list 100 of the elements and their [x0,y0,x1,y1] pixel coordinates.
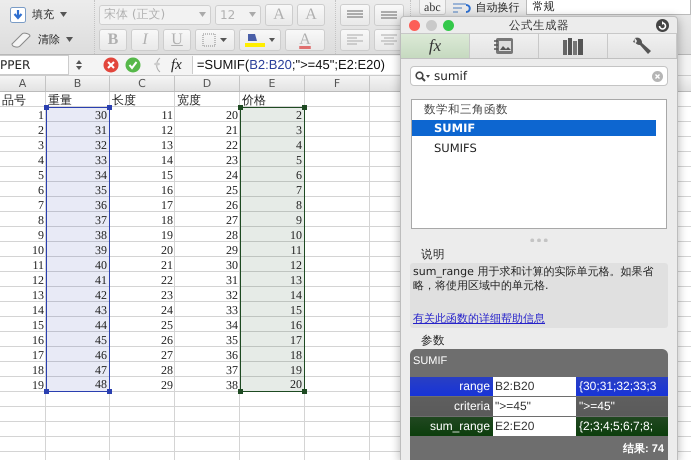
name-box[interactable]: PPER [0,55,69,75]
table-cell: 22 [161,272,173,286]
table-cell: 31 [226,272,238,286]
borders-button[interactable] [195,28,235,50]
table-cell: 41 [95,272,107,286]
table-cell: 34 [95,168,107,182]
function-name: SUMIF [412,354,448,370]
tab[interactable] [608,34,677,58]
column-header[interactable]: B [46,76,110,91]
table-cell: 20 [161,242,173,256]
wrench-icon [632,36,652,56]
table-cell: 长度 [112,92,136,106]
selection-handle[interactable] [238,105,243,110]
table-cell: 48 [95,377,107,391]
argument-field[interactable]: E2:E20 [493,417,576,436]
table-cell: 35 [95,182,107,196]
clear-icon[interactable] [652,70,663,82]
column-header[interactable]: A [0,76,46,91]
table-cell: 37 [95,212,107,226]
result-text: 结果: 74 [622,442,665,458]
selection-handle[interactable] [238,389,243,394]
table-cell: 27 [226,212,238,226]
table-cell: 14 [161,152,173,166]
formula-field[interactable]: =SUMIF(B2:B20;">=45";E2:E20) [192,56,402,74]
clear-button[interactable]: 清除 [10,30,90,50]
selection-handle[interactable] [107,105,112,110]
spelling-button[interactable]: abc [419,0,446,15]
minimize-icon[interactable] [426,20,437,31]
table-cell: 20 [226,108,238,122]
help-link[interactable]: 有关此函数的详细帮助信息 [413,311,665,326]
fill-button[interactable]: 填充 [10,4,90,24]
caret-icon [60,12,67,17]
selection-handle[interactable] [44,389,49,394]
table-cell: 12 [290,258,302,272]
argument-field[interactable]: B2:B20 [493,377,576,396]
table-cell: 16 [161,182,173,196]
table-cell: 36 [226,348,238,362]
table-cell: 5 [38,168,44,182]
selection-handle[interactable] [44,105,49,110]
table-cell: 12 [32,272,44,286]
photo-book-icon [493,37,515,56]
table-cell: 46 [95,348,107,362]
zoom-icon[interactable] [443,20,454,31]
cancel-icon[interactable] [103,57,119,73]
table-cell: 7 [38,198,44,212]
number-format-field[interactable]: 常规 [526,0,691,15]
table-cell: 重量 [48,92,72,106]
table-cell: 2 [296,108,302,122]
align-middle-button[interactable] [374,4,404,26]
align-top-button[interactable] [340,4,370,26]
argument-name: sum_range [428,418,491,436]
column-header[interactable]: C [110,76,175,91]
wrap-text-button[interactable]: 自动换行 [452,0,520,15]
table-cell: 2 [38,122,44,136]
splitter-handle-icon[interactable] [529,238,549,242]
table-cell: 11 [161,108,173,122]
check-icon[interactable] [125,57,141,73]
table-cell: 31 [95,122,107,136]
table-cell: 6 [38,182,44,196]
insert-function-button[interactable]: fx [167,56,186,74]
table-cell: 30 [226,258,238,272]
table-cell: 21 [161,258,173,272]
table-cell: 8 [296,198,302,212]
fill-color-button[interactable] [239,28,281,50]
close-icon[interactable] [409,20,420,31]
column-header[interactable]: E [240,76,305,91]
selection-handle[interactable] [107,389,112,394]
table-cell: 27 [161,348,173,362]
column-header[interactable]: D [175,76,240,91]
table-cell: 19 [32,378,44,392]
selection-handle[interactable] [302,105,307,110]
caret-icon [66,37,73,42]
table-cell: 36 [95,198,107,212]
selection-handle[interactable] [302,389,307,394]
table-cell: 15 [32,318,44,332]
function-item[interactable]: SUMIF [412,120,656,136]
function-item[interactable]: SUMIFS [412,140,656,156]
tab[interactable] [539,34,608,58]
argument-result: ">=45" [578,398,616,416]
stepper-icon[interactable] [75,59,83,71]
table-cell: 16 [32,332,44,346]
category-label: 数学和三角函数 [423,100,509,118]
table-cell: 26 [161,332,173,346]
down-arrow-icon [10,6,26,22]
tab[interactable] [470,34,539,58]
restore-icon[interactable] [656,18,669,32]
column-header[interactable]: F [305,76,370,91]
table-cell: 19 [290,362,302,376]
table-cell: 32 [226,288,238,302]
tab[interactable]: fx [401,34,470,58]
search-field[interactable]: sumif [410,66,668,86]
table-cell: 12 [161,122,173,136]
argument-field[interactable]: ">=45" [493,397,576,416]
table-cell: 32 [95,138,107,152]
table-cell: 16 [290,318,302,332]
table-cell: 17 [32,348,44,362]
caret-icon [249,12,256,17]
table-cell: 18 [290,348,302,362]
table-cell: 28 [226,228,238,242]
table-cell: 15 [290,302,302,316]
